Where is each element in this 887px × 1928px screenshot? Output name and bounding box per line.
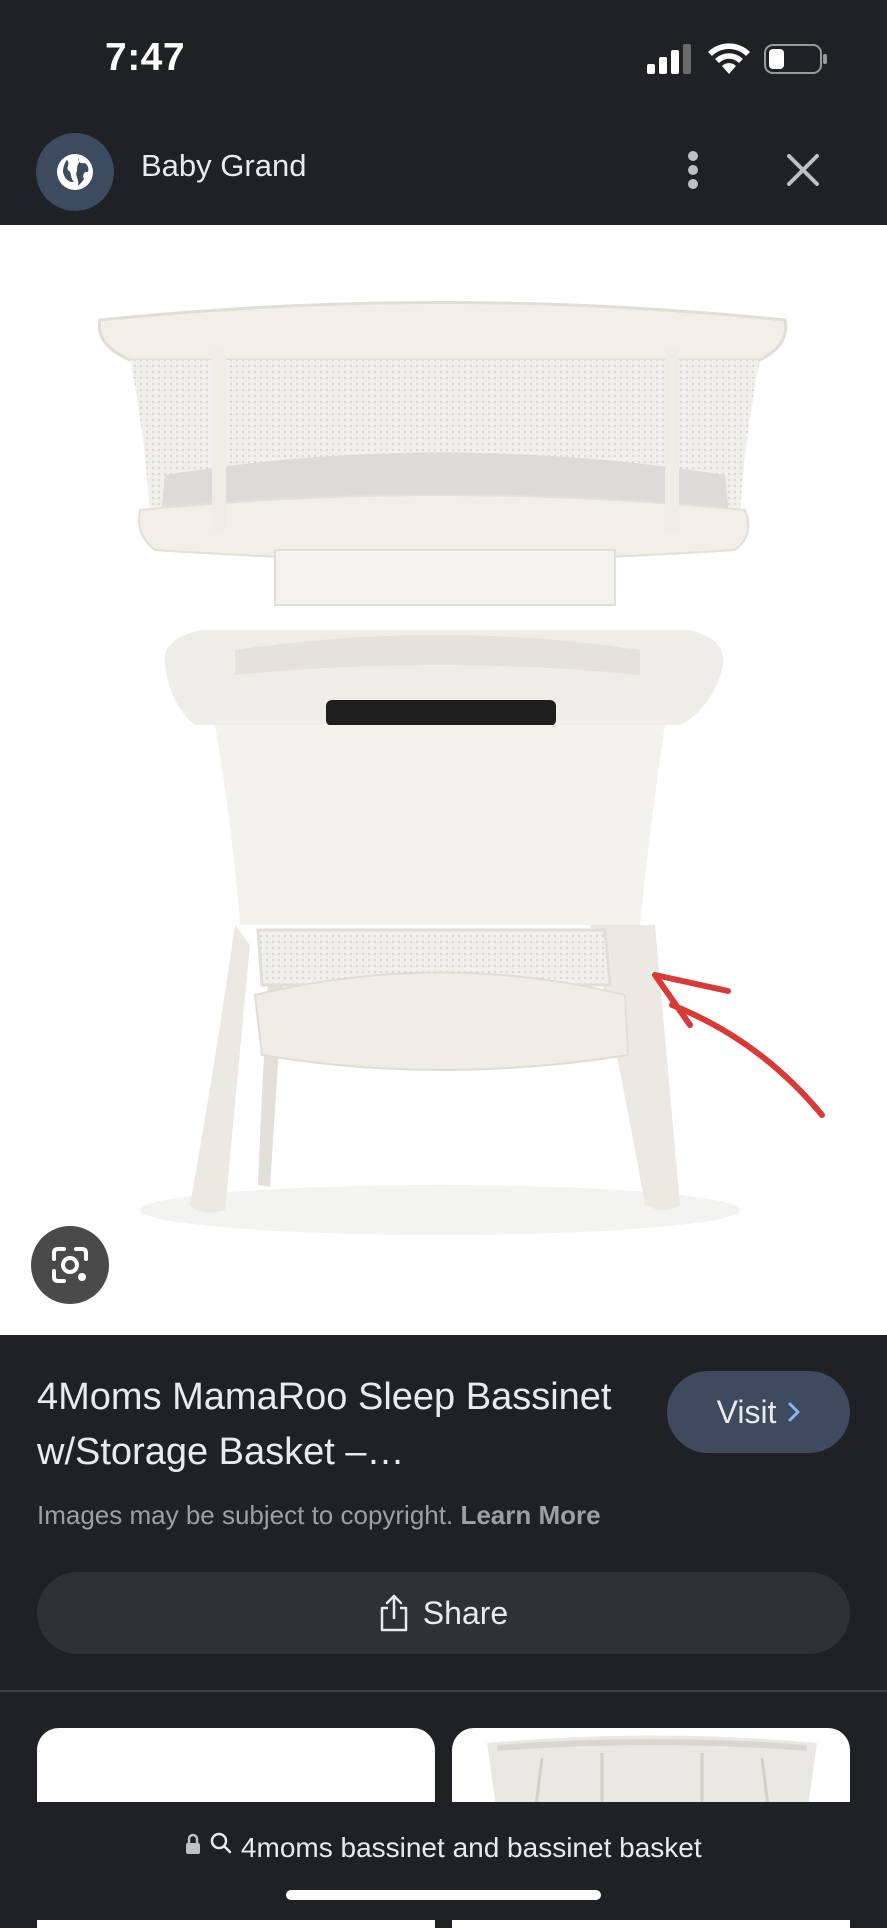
url-bar[interactable]: 4moms bassinet and bassinet basket xyxy=(0,1802,887,1920)
close-button[interactable] xyxy=(778,142,828,198)
header: Baby Grand xyxy=(0,118,887,225)
product-image[interactable] xyxy=(0,225,887,1335)
annotation-arrow xyxy=(669,1002,825,1118)
battery-icon xyxy=(764,44,827,74)
section-divider xyxy=(0,1690,887,1692)
more-options-button[interactable] xyxy=(675,142,711,198)
copyright-text: Images may be subject to copyright. xyxy=(37,1500,454,1530)
home-indicator[interactable] xyxy=(286,1890,601,1900)
chevron-right-icon xyxy=(788,1402,800,1422)
signal-icon xyxy=(647,44,691,74)
share-label: Share xyxy=(422,1594,509,1631)
site-name[interactable]: Baby Grand xyxy=(141,148,306,184)
bassinet-illustration xyxy=(97,301,825,1235)
visit-button[interactable]: Visit xyxy=(667,1371,850,1453)
site-info-button[interactable] xyxy=(36,133,114,211)
status-bar: 7:47 xyxy=(0,0,887,118)
search-query: 4moms bassinet and bassinet basket xyxy=(240,1831,702,1863)
lock-icon xyxy=(186,1833,201,1854)
learn-more-link[interactable]: Learn More xyxy=(460,1500,600,1530)
google-lens-button[interactable] xyxy=(31,1226,109,1304)
close-icon xyxy=(787,154,819,186)
more-vert-icon xyxy=(688,151,698,189)
product-title[interactable]: 4Moms MamaRoo Sleep Bassinet w/Storage B… xyxy=(37,1370,637,1480)
clock: 7:47 xyxy=(105,36,186,79)
google-lens-icon xyxy=(52,1247,88,1283)
share-icon xyxy=(380,1594,408,1632)
search-icon xyxy=(210,1832,232,1854)
share-button[interactable]: Share xyxy=(37,1572,850,1654)
visit-label: Visit xyxy=(716,1393,777,1430)
url-display[interactable]: 4moms bassinet and bassinet basket xyxy=(0,1830,887,1864)
wifi-icon xyxy=(708,43,750,74)
copyright-notice: Images may be subject to copyright. Lear… xyxy=(37,1500,601,1531)
globe-icon xyxy=(57,154,93,190)
